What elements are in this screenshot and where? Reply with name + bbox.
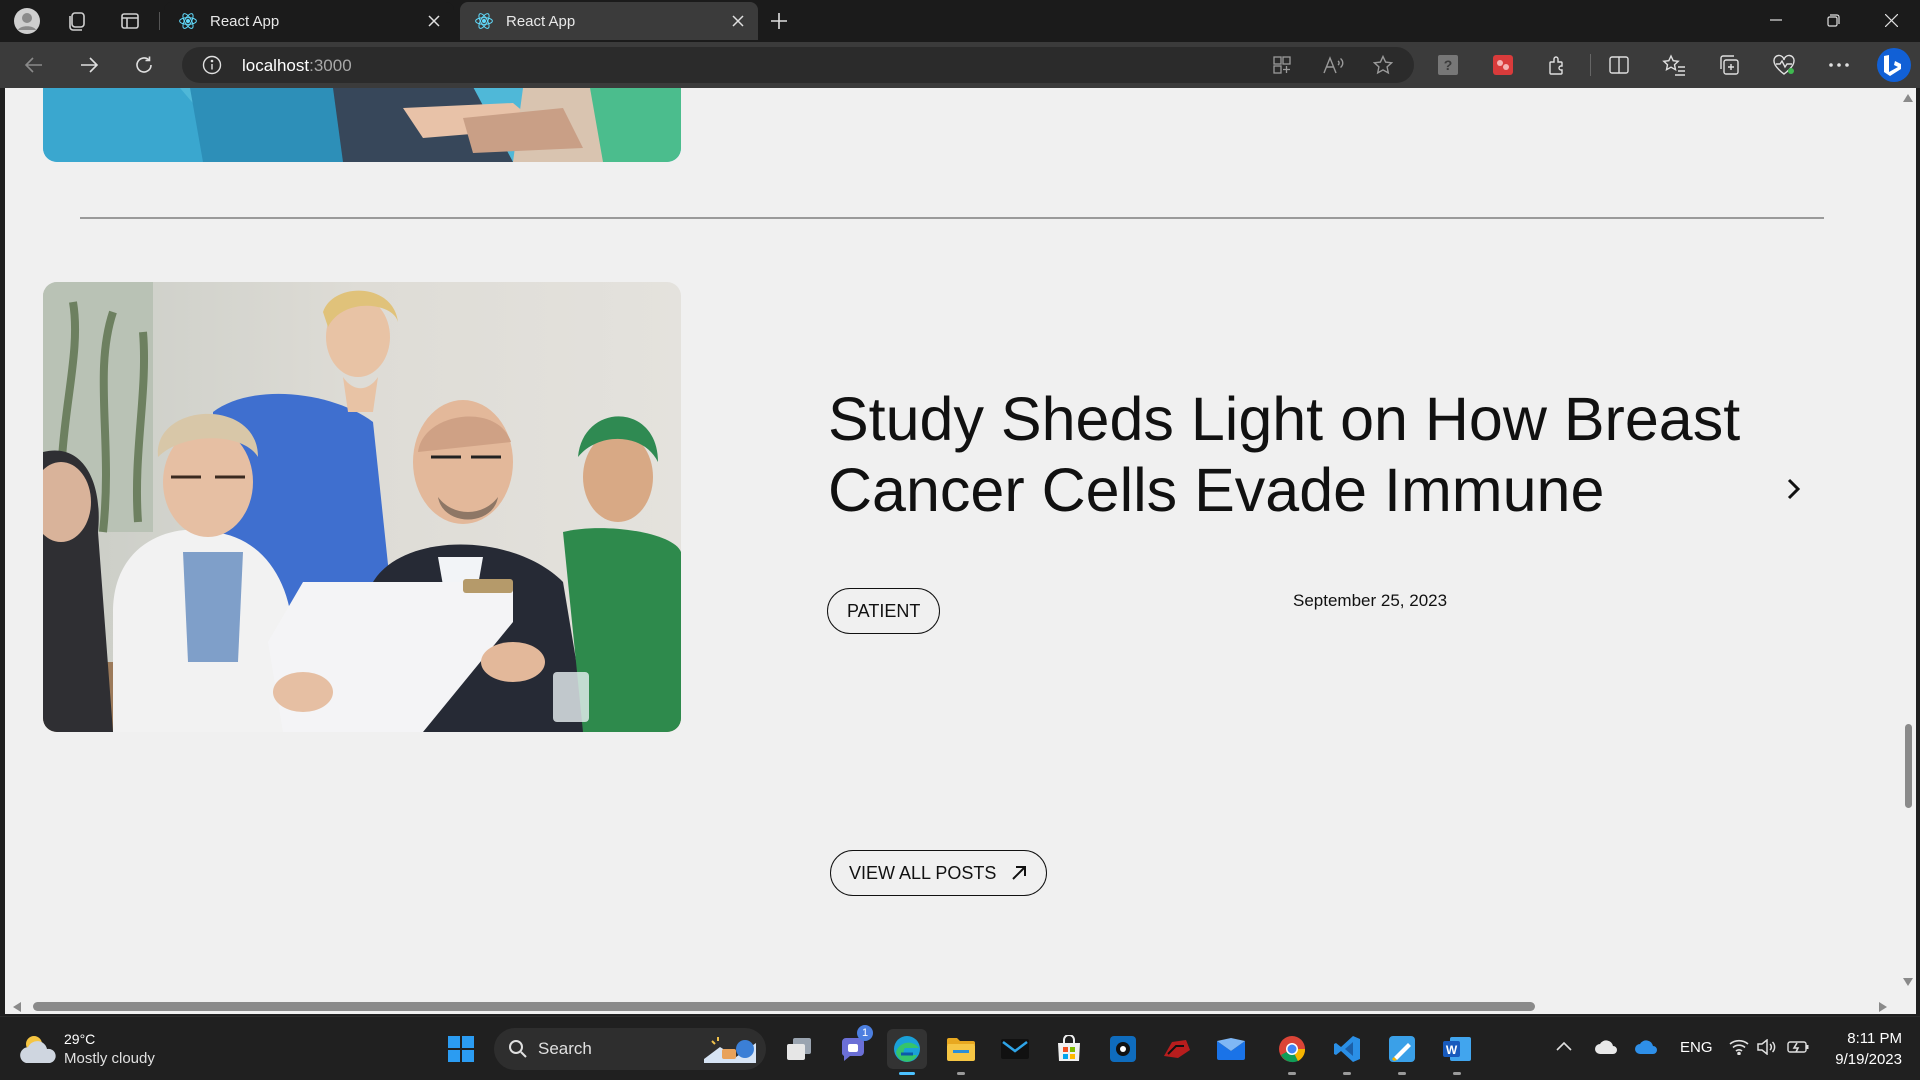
search-icon xyxy=(508,1039,528,1059)
tab-react-app-2[interactable]: React App xyxy=(460,2,758,40)
horizontal-scrollbar[interactable] xyxy=(5,998,1916,1014)
tab-separator xyxy=(159,12,160,30)
scroll-right-arrow-icon[interactable] xyxy=(1879,1002,1887,1012)
edge-browser-icon[interactable] xyxy=(887,1029,927,1075)
react-logo-icon xyxy=(179,13,197,29)
cloudy-weather-icon xyxy=(20,1036,56,1063)
extensions-icon[interactable] xyxy=(1541,48,1575,82)
weather-temperature: 29°C xyxy=(64,1031,96,1047)
volume-icon[interactable] xyxy=(1757,1039,1777,1055)
windows-taskbar: 29°C Mostly cloudy Search 1 W ENG 8:11 P… xyxy=(0,1016,1920,1080)
read-aloud-icon[interactable] xyxy=(1323,55,1345,75)
taskbar-search-box[interactable]: Search xyxy=(494,1028,766,1070)
clock-time[interactable]: 8:11 PM xyxy=(1846,1030,1902,1047)
vertical-scrollbar[interactable] xyxy=(1900,88,1916,998)
microsoft-store-icon[interactable] xyxy=(1049,1029,1089,1069)
scroll-left-arrow-icon[interactable] xyxy=(13,1002,21,1012)
teams-chat-icon[interactable]: 1 xyxy=(833,1025,873,1069)
close-icon[interactable] xyxy=(728,11,748,31)
copilot-icon[interactable] xyxy=(1875,46,1913,84)
onedrive-business-icon[interactable] xyxy=(1635,1040,1657,1054)
chrome-icon[interactable] xyxy=(1272,1029,1312,1075)
split-screen-icon[interactable] xyxy=(1602,48,1636,82)
browser-toolbar: localhost:3000 ? xyxy=(0,42,1920,88)
page-viewport: Study Sheds Light on How Breast Cancer C… xyxy=(5,88,1900,998)
weather-widget[interactable] xyxy=(18,1031,58,1067)
weather-description: Mostly cloudy xyxy=(64,1050,155,1067)
profile-icon[interactable] xyxy=(12,6,42,36)
view-all-posts-button[interactable]: VIEW ALL POSTS xyxy=(830,850,1048,896)
tab-label: React App xyxy=(210,12,280,30)
battery-charging-icon[interactable] xyxy=(1786,1039,1810,1055)
svg-text:W: W xyxy=(1446,1043,1458,1057)
scroll-down-arrow-icon[interactable] xyxy=(1903,978,1913,986)
post-category-tag[interactable]: PATIENT xyxy=(827,588,941,634)
previous-post-image[interactable] xyxy=(43,88,681,162)
paint-app-icon[interactable] xyxy=(1382,1029,1422,1075)
media-player-icon[interactable] xyxy=(1103,1029,1143,1069)
show-hidden-icons-chevron-icon[interactable] xyxy=(1556,1041,1572,1051)
tab-label: React App xyxy=(506,12,576,30)
url-text: localhost:3000 xyxy=(242,56,352,75)
windows-start-icon[interactable] xyxy=(441,1029,481,1069)
post-date: September 25, 2023 xyxy=(1293,591,1448,610)
mail-app-icon[interactable] xyxy=(995,1029,1035,1069)
onedrive-personal-icon[interactable] xyxy=(1595,1040,1617,1054)
svg-text:?: ? xyxy=(1444,57,1453,73)
collections-icon[interactable] xyxy=(1712,48,1746,82)
horizontal-scroll-thumb[interactable] xyxy=(33,1002,1535,1011)
minimize-button[interactable] xyxy=(1748,0,1804,40)
tab-react-app-1[interactable]: React App xyxy=(164,2,454,40)
site-info-icon[interactable] xyxy=(202,55,222,75)
help-extension-icon[interactable]: ? xyxy=(1431,48,1465,82)
toolbar-separator xyxy=(1590,54,1591,76)
new-tab-icon[interactable] xyxy=(764,6,794,36)
react-logo-icon xyxy=(475,13,493,29)
file-explorer-icon[interactable] xyxy=(941,1029,981,1075)
close-icon[interactable] xyxy=(424,11,444,31)
search-highlight-illustration xyxy=(700,1033,760,1065)
input-language[interactable]: ENG xyxy=(1680,1039,1713,1056)
back-icon[interactable] xyxy=(17,48,51,82)
word-icon[interactable]: W xyxy=(1437,1029,1477,1075)
scroll-up-arrow-icon[interactable] xyxy=(1903,94,1913,102)
forward-icon[interactable] xyxy=(72,48,106,82)
address-bar[interactable]: localhost:3000 xyxy=(182,47,1414,83)
more-icon[interactable] xyxy=(1822,48,1856,82)
browser-essentials-icon[interactable] xyxy=(1767,48,1801,82)
post-title[interactable]: Study Sheds Light on How Breast Cancer C… xyxy=(828,384,1768,526)
wifi-icon[interactable] xyxy=(1729,1039,1749,1055)
arrow-up-right-icon xyxy=(1012,866,1027,880)
favorite-star-icon[interactable] xyxy=(1373,55,1393,75)
apps-icon[interactable] xyxy=(1272,55,1292,75)
favorites-icon[interactable] xyxy=(1657,48,1691,82)
browser-tab-bar: React App React App xyxy=(0,0,1920,42)
search-placeholder: Search xyxy=(538,1039,592,1058)
view-all-posts-label: VIEW ALL POSTS xyxy=(849,862,997,883)
post-image[interactable] xyxy=(43,282,681,732)
vertical-scroll-thumb[interactable] xyxy=(1905,724,1912,808)
refresh-icon[interactable] xyxy=(127,48,161,82)
section-divider xyxy=(80,217,1824,219)
clock-date[interactable]: 9/19/2023 xyxy=(1822,1051,1902,1068)
workspaces-icon[interactable] xyxy=(62,6,92,36)
red-extension-icon[interactable] xyxy=(1486,48,1520,82)
teams-notification-badge: 1 xyxy=(857,1025,873,1041)
outlook-mail-icon[interactable] xyxy=(1211,1029,1251,1069)
restore-button[interactable] xyxy=(1805,0,1861,40)
close-window-button[interactable] xyxy=(1863,0,1919,40)
task-view-icon[interactable] xyxy=(779,1029,819,1069)
chevron-right-icon[interactable] xyxy=(1780,476,1806,502)
vscode-icon[interactable] xyxy=(1327,1029,1367,1075)
red-app-icon[interactable] xyxy=(1157,1029,1197,1069)
tab-actions-icon[interactable] xyxy=(115,6,145,36)
